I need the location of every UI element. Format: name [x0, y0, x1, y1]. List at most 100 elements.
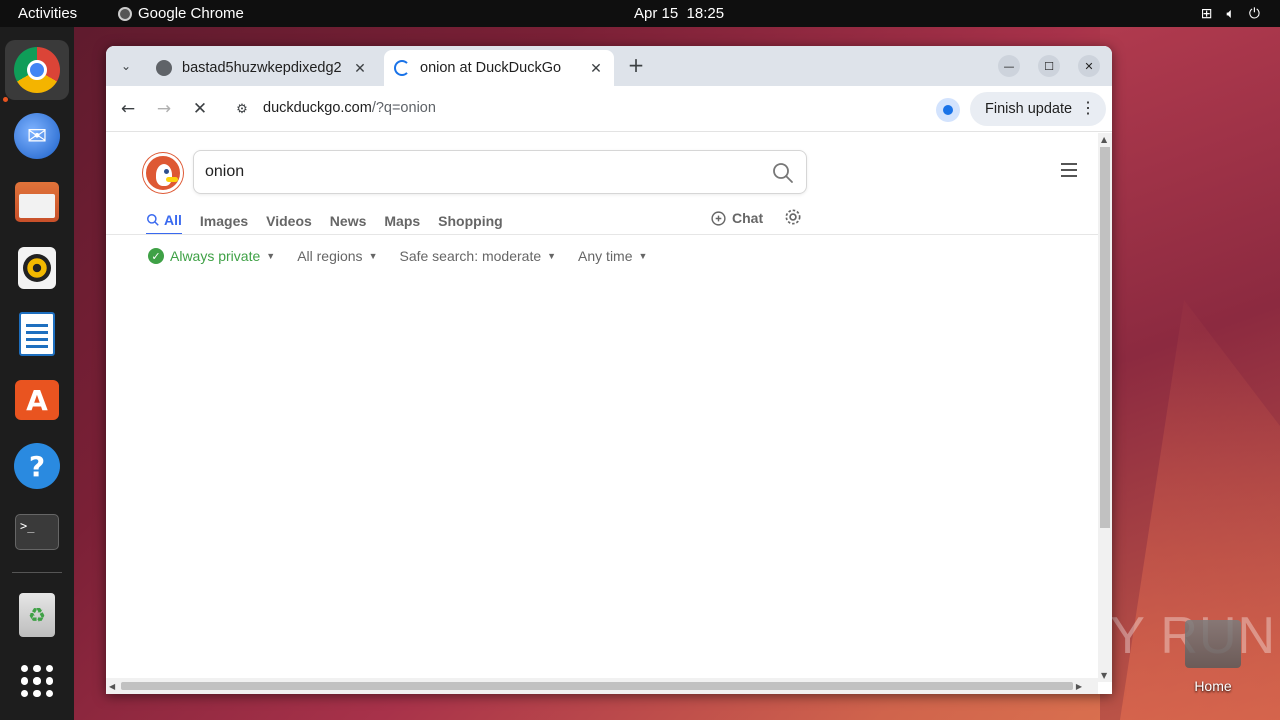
tab-shopping[interactable]: Shopping	[438, 207, 503, 235]
plus-icon: +	[627, 53, 645, 77]
date-label: Apr 15	[634, 5, 679, 22]
header-divider	[106, 234, 1098, 235]
tab-title: onion at DuckDuckGo	[420, 60, 562, 76]
tab-maps[interactable]: Maps	[384, 207, 420, 235]
time-filter-label: Any time	[578, 248, 633, 264]
close-window-button[interactable]: ✕	[1078, 55, 1100, 77]
always-private-filter[interactable]: ✓ Always private ▼	[148, 248, 275, 264]
time-filter[interactable]: Any time ▼	[578, 248, 647, 264]
tab-news-label: News	[329, 213, 367, 229]
tab-images[interactable]: Images	[200, 207, 248, 235]
tab-all[interactable]: All	[146, 207, 182, 235]
menu-icon[interactable]	[1061, 163, 1077, 181]
stop-button[interactable]: ✕	[188, 97, 212, 121]
tab-maps-label: Maps	[384, 213, 421, 229]
forward-button[interactable]: →	[152, 97, 176, 121]
app-menu[interactable]: Google Chrome	[118, 5, 244, 22]
tab-shopping-label: Shopping	[438, 213, 503, 229]
dock-chrome[interactable]	[5, 40, 69, 100]
tab-images-label: Images	[199, 213, 249, 229]
chat-icon	[711, 210, 726, 226]
gear-icon[interactable]	[783, 207, 803, 227]
chat-link[interactable]: Chat	[710, 207, 763, 229]
duckduckgo-logo[interactable]	[143, 153, 183, 193]
maximize-button[interactable]: ☐	[1038, 55, 1060, 77]
app-name: Google Chrome	[138, 5, 244, 22]
tab-search-button[interactable]: ⌄	[114, 54, 138, 78]
minimize-button[interactable]: —	[998, 55, 1020, 77]
scroll-left-icon[interactable]: ◀	[109, 682, 115, 691]
site-settings-icon[interactable]: ⚙	[232, 99, 252, 119]
caret-down-icon: ▼	[638, 251, 648, 261]
scroll-right-icon[interactable]: ▶	[1076, 682, 1082, 691]
address-bar[interactable]: ⚙ duckduckgo.com/?q=onion ☆	[222, 92, 1017, 126]
close-icon[interactable]: ✕	[350, 60, 370, 77]
arrow-right-icon: →	[156, 99, 172, 119]
chrome-small-icon	[118, 6, 132, 21]
minimize-icon: —	[1003, 59, 1015, 73]
dock-files[interactable]	[5, 172, 69, 232]
system-tray[interactable]: ⊞ 🔈︎ ⏻	[1201, 5, 1260, 22]
clock[interactable]: Apr 15 18:25	[634, 5, 724, 22]
url-host: duckduckgo.com	[263, 100, 372, 116]
maximize-icon: ☐	[1044, 59, 1054, 73]
safe-search-filter[interactable]: Safe search: moderate ▼	[399, 248, 556, 264]
chrome-window: ⌄ bastad5huzwkepdixedg2 ✕ onion at DuckD…	[106, 46, 1112, 694]
writer-icon	[19, 312, 55, 356]
close-icon[interactable]: ✕	[586, 60, 606, 77]
volume-icon: 🔈︎	[1226, 5, 1235, 21]
page-content: All Images Videos News Maps Shopping Cha…	[106, 133, 1098, 682]
activities-button[interactable]: Activities	[18, 5, 77, 22]
toolbar: ← → ✕ ⚙ duckduckgo.com/?q=onion ☆ Finish…	[106, 86, 1112, 132]
search-icon[interactable]	[771, 161, 795, 185]
region-filter[interactable]: All regions ▼	[297, 248, 377, 264]
dock-app-center[interactable]: A	[5, 370, 69, 430]
new-tab-button[interactable]: +	[624, 54, 648, 78]
dock-rhythmbox[interactable]	[5, 238, 69, 298]
dock-thunderbird[interactable]: ✉	[5, 106, 69, 166]
tab-bastad[interactable]: bastad5huzwkepdixedg2 ✕	[146, 50, 378, 86]
horizontal-scroll-thumb[interactable]	[121, 682, 1073, 690]
vertical-scrollbar[interactable]: ▲ ▼	[1098, 133, 1112, 682]
top-bar: Activities Google Chrome Apr 15 18:25 ⊞ …	[0, 0, 1280, 27]
dock: ✉ A ? >_ ♻	[0, 27, 74, 720]
dock-separator	[12, 572, 62, 573]
always-private-label: Always private	[170, 248, 261, 264]
back-button[interactable]: ←	[116, 97, 140, 121]
dock-terminal[interactable]: >_	[5, 502, 69, 562]
arrow-left-icon: ←	[120, 99, 136, 119]
tab-title: bastad5huzwkepdixedg2	[182, 60, 342, 76]
terminal-icon: >_	[15, 514, 59, 550]
chrome-icon	[14, 47, 60, 93]
vertical-scroll-thumb[interactable]	[1100, 147, 1110, 528]
horizontal-scrollbar[interactable]: ◀ ▶	[106, 678, 1098, 694]
caret-down-icon: ▼	[547, 251, 557, 261]
time-label: 18:25	[686, 5, 725, 22]
rhythmbox-icon	[18, 247, 56, 289]
tab-videos[interactable]: Videos	[266, 207, 312, 235]
dock-help[interactable]: ?	[5, 436, 69, 496]
home-folder-icon	[1185, 620, 1241, 668]
desktop-home-folder[interactable]: Home	[1184, 620, 1242, 694]
dock-show-apps[interactable]	[5, 651, 69, 711]
files-icon	[15, 182, 59, 222]
search-input[interactable]	[205, 161, 745, 183]
home-label: Home	[1194, 678, 1232, 694]
finish-update-button[interactable]: Finish update ⋮	[970, 92, 1106, 126]
chat-label: Chat	[732, 210, 764, 226]
close-icon: ✕	[1084, 59, 1094, 73]
tab-news[interactable]: News	[330, 207, 367, 235]
tab-duckduckgo[interactable]: onion at DuckDuckGo ✕	[384, 50, 614, 86]
app-center-icon: A	[15, 380, 59, 420]
trash-icon: ♻	[19, 593, 55, 637]
region-label: All regions	[297, 248, 363, 264]
globe-icon	[156, 60, 172, 76]
scroll-up-icon[interactable]: ▲	[1101, 135, 1107, 144]
tab-all-label: All	[164, 212, 182, 228]
dock-writer[interactable]	[5, 304, 69, 364]
profile-button[interactable]	[936, 98, 960, 122]
scroll-down-icon[interactable]: ▼	[1101, 671, 1107, 680]
search-type-tabs: All Images Videos News Maps Shopping	[146, 207, 521, 235]
dock-trash[interactable]: ♻	[5, 585, 69, 645]
tab-videos-label: Videos	[266, 213, 312, 229]
